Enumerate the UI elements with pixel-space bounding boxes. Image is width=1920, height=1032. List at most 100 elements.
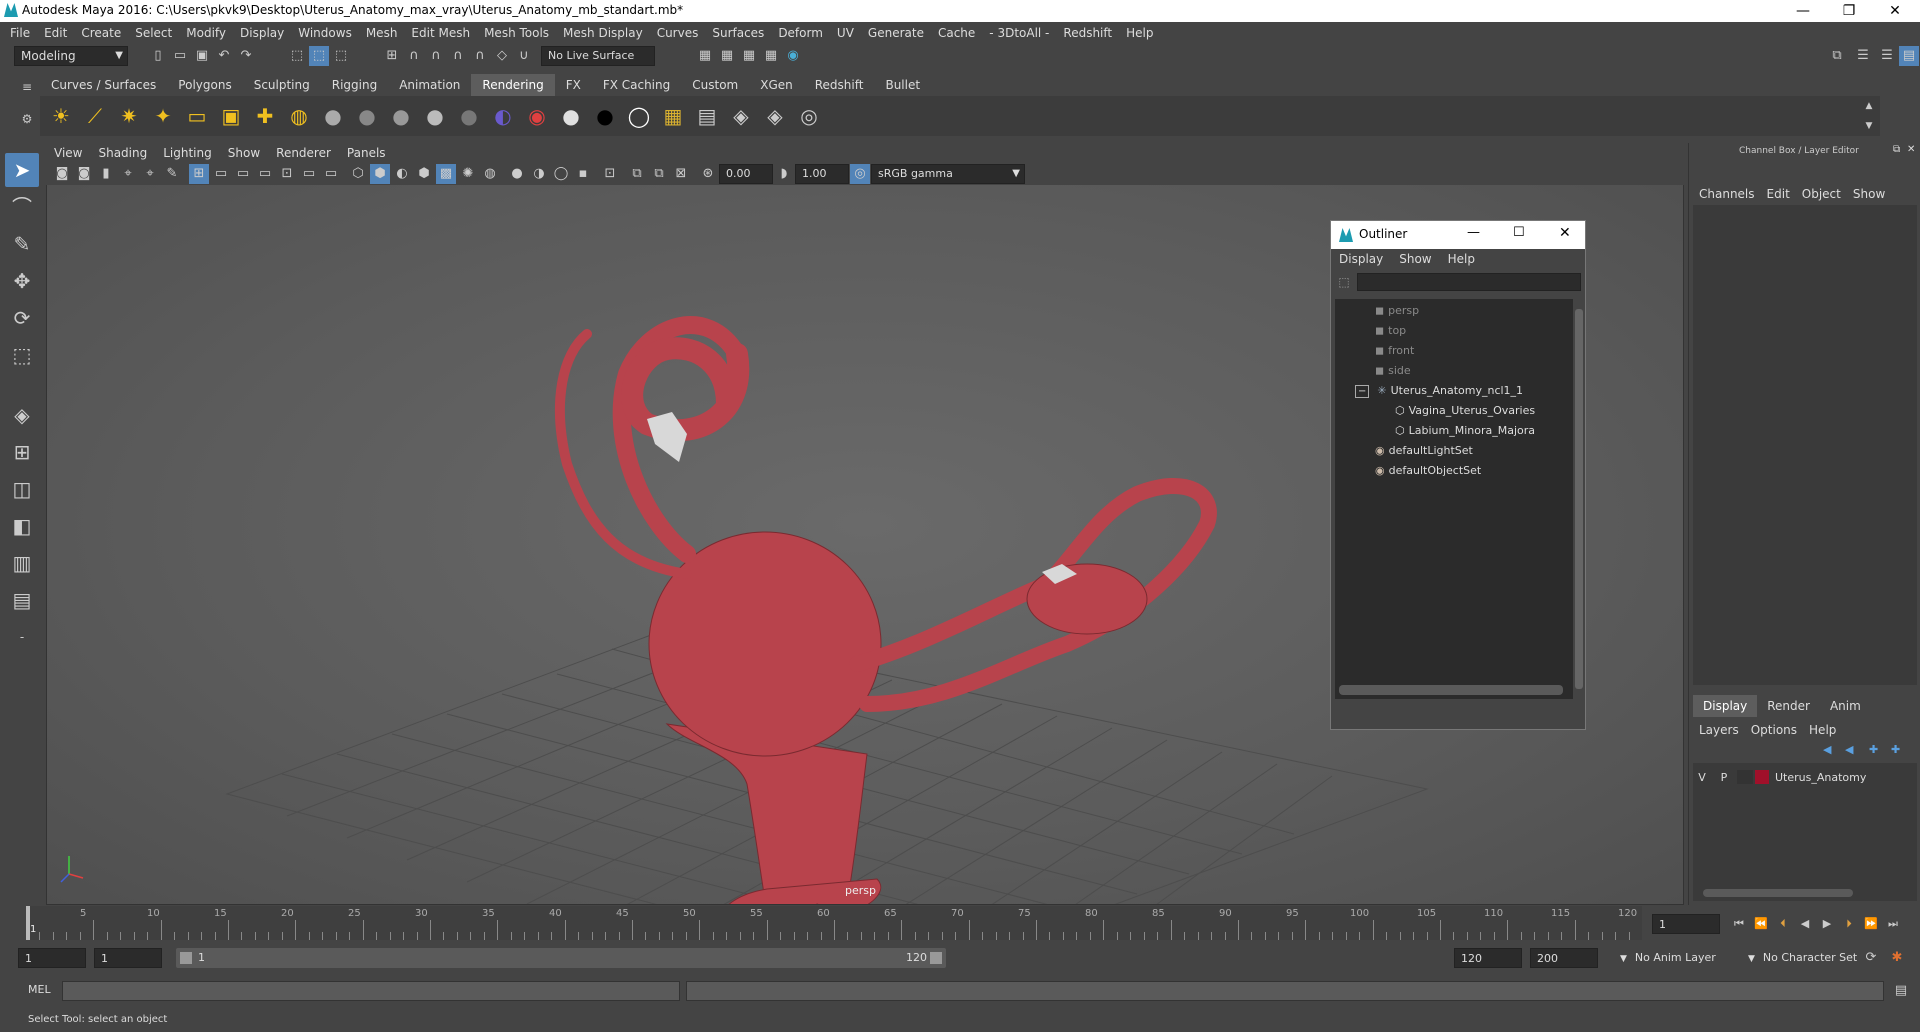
custom-layout-icon[interactable]: - — [5, 620, 39, 654]
menu-help[interactable]: Help — [1119, 22, 1160, 44]
cb-menu-show[interactable]: Show — [1847, 187, 1891, 201]
auto-key-icon[interactable]: ⟳ — [1861, 948, 1881, 968]
wireframe-icon[interactable]: ⬡ — [348, 164, 368, 184]
save-scene-icon[interactable]: ▣ — [192, 46, 212, 66]
play-backward-icon[interactable]: ◀ — [1795, 914, 1815, 934]
vp-menu-shading[interactable]: Shading — [90, 143, 155, 163]
surface-shader-icon[interactable]: ● — [556, 101, 586, 131]
outliner-close-button[interactable]: ✕ — [1559, 225, 1571, 241]
shelf-tab-fx-caching[interactable]: FX Caching — [592, 74, 681, 96]
two-pane-layout-icon[interactable]: ◫ — [5, 472, 39, 506]
new-layer-selected-icon[interactable]: ✚ — [1891, 743, 1900, 756]
menu-generate[interactable]: Generate — [861, 22, 931, 44]
script-editor-icon[interactable]: ▤ — [1891, 981, 1911, 1001]
hypershade-layout-icon[interactable]: ▤ — [5, 583, 39, 617]
gate-mask-icon[interactable]: ▭ — [255, 164, 275, 184]
cb-menu-object[interactable]: Object — [1796, 187, 1847, 201]
render-current-icon[interactable]: ▤ — [692, 101, 722, 131]
next-key-icon[interactable]: ⏵ — [1839, 914, 1859, 934]
paint-select-tool-icon[interactable]: ✎ — [5, 227, 39, 261]
blinn-shader-icon[interactable]: ● — [318, 101, 348, 131]
range-start-handle[interactable] — [180, 952, 192, 964]
outliner-layout-icon[interactable]: ◧ — [5, 509, 39, 543]
layout-single-icon[interactable]: ⧉ — [1827, 46, 1847, 66]
four-pane-layout-icon[interactable]: ⊞ — [5, 435, 39, 469]
light-linking-icon[interactable]: ◍ — [284, 101, 314, 131]
step-back-icon[interactable]: ⏪ — [1751, 914, 1771, 934]
new-layer-icon[interactable]: ✚ — [1869, 743, 1878, 756]
menu-3dtoall[interactable]: - 3DtoAll - — [982, 22, 1056, 44]
xray-joints-icon[interactable]: ⧉ — [627, 164, 647, 184]
outliner-item-mesh[interactable]: ⬡ Labium_Minora_Majora — [1395, 421, 1535, 441]
batch-render-icon[interactable]: ◈ — [760, 101, 790, 131]
outliner-maximize-button[interactable]: ☐ — [1513, 225, 1525, 240]
menu-mesh-display[interactable]: Mesh Display — [556, 22, 650, 44]
layer-tab-display[interactable]: Display — [1693, 695, 1758, 717]
render-settings-icon[interactable]: ▦ — [761, 46, 781, 66]
image-plane-icon[interactable]: ⌖ — [118, 164, 138, 184]
shelf-tab-xgen[interactable]: XGen — [749, 74, 804, 96]
gamma-icon[interactable]: ◗ — [774, 164, 794, 184]
multisample-icon[interactable]: ◑ — [529, 164, 549, 184]
shelf-tab-rigging[interactable]: Rigging — [321, 74, 388, 96]
outliner-title-bar[interactable]: Outliner — ☐ ✕ — [1331, 221, 1585, 249]
shelf-tab-rendering[interactable]: Rendering — [471, 74, 555, 96]
volume-light-icon[interactable]: ▣ — [216, 101, 246, 131]
float-panel-icon[interactable]: ⧉ — [1893, 144, 1900, 155]
camera-select-icon[interactable]: ◙ — [52, 164, 72, 184]
2d-pan-icon[interactable]: ⌖ — [140, 164, 160, 184]
move-tool-icon[interactable]: ✥ — [5, 264, 39, 298]
render-frame-icon[interactable]: ▦ — [695, 46, 715, 66]
menu-file[interactable]: File — [0, 22, 37, 44]
outliner-item-side[interactable]: ◼ side — [1375, 361, 1411, 381]
isolate-select-icon[interactable]: ▪ — [573, 164, 593, 184]
menu-modify[interactable]: Modify — [179, 22, 233, 44]
select-component-icon[interactable]: ⬚ — [331, 46, 351, 66]
play-forward-icon[interactable]: ▶ — [1817, 914, 1837, 934]
snap-curve-icon[interactable]: ∩ — [404, 46, 424, 66]
snap-point-icon[interactable]: ∩ — [426, 46, 446, 66]
layer-type-toggle[interactable] — [1737, 770, 1753, 784]
shelf-tab-sculpting[interactable]: Sculpting — [243, 74, 321, 96]
aniso-shader-icon[interactable]: ● — [454, 101, 484, 131]
collapse-icon[interactable]: − — [1355, 385, 1370, 398]
menu-redshift[interactable]: Redshift — [1056, 22, 1119, 44]
grid-toggle-icon[interactable]: ⊞ — [189, 164, 209, 184]
menu-curves[interactable]: Curves — [650, 22, 706, 44]
layer-move-up-icon[interactable]: ◀ — [1823, 743, 1831, 756]
field-chart-icon[interactable]: ⊡ — [277, 164, 297, 184]
outliner-item-mesh[interactable]: ⬡ Vagina_Uterus_Ovaries — [1395, 401, 1535, 421]
shelf-tab-custom[interactable]: Custom — [681, 74, 749, 96]
anim-layer-dropdown[interactable]: ▼ No Anim Layer — [1620, 948, 1716, 968]
layered-shader-icon[interactable]: ◐ — [488, 101, 518, 131]
layer-name[interactable]: Uterus_Anatomy — [1775, 771, 1866, 784]
magnet-icon[interactable]: ∪ — [514, 46, 534, 66]
command-input[interactable] — [62, 981, 680, 1001]
range-bar[interactable]: 1 120 — [176, 948, 946, 968]
point-light-icon[interactable]: ✷ — [114, 101, 144, 131]
shelf-menu-icon[interactable]: ≡ — [20, 80, 34, 94]
vp-menu-lighting[interactable]: Lighting — [155, 143, 220, 163]
outliner-item-front[interactable]: ◼ front — [1375, 341, 1414, 361]
shelf-tab-curves-surfaces[interactable]: Curves / Surfaces — [40, 74, 167, 96]
outliner-item-persp[interactable]: ◼ persp — [1375, 301, 1419, 321]
outliner-menu-help[interactable]: Help — [1440, 249, 1483, 269]
minimize-button[interactable]: — — [1780, 0, 1826, 22]
phong-shader-icon[interactable]: ● — [386, 101, 416, 131]
live-surface-field[interactable]: No Live Surface — [541, 46, 655, 66]
shelf-scroll-up-icon[interactable]: ▲ — [1859, 96, 1879, 116]
cb-menu-channels[interactable]: Channels — [1693, 187, 1761, 201]
shelf-tab-polygons[interactable]: Polygons — [167, 74, 242, 96]
vp-menu-renderer[interactable]: Renderer — [268, 143, 339, 163]
menu-mesh[interactable]: Mesh — [359, 22, 405, 44]
cb-menu-edit[interactable]: Edit — [1761, 187, 1796, 201]
grease-pencil-icon[interactable]: ✎ — [162, 164, 182, 184]
shelf-settings-icon[interactable]: ⚙ — [20, 112, 34, 126]
char-set-dropdown[interactable]: ▼ No Character Set — [1748, 948, 1857, 968]
use-background-icon[interactable]: ● — [590, 101, 620, 131]
graph-layout-icon[interactable]: ▥ — [5, 546, 39, 580]
lasso-tool-icon[interactable]: ⌒ — [5, 190, 39, 224]
outliner-item-set[interactable]: ◉ defaultLightSet — [1375, 441, 1473, 461]
bookmark-icon[interactable]: ▮ — [96, 164, 116, 184]
smooth-shade-icon[interactable]: ⬢ — [370, 164, 390, 184]
